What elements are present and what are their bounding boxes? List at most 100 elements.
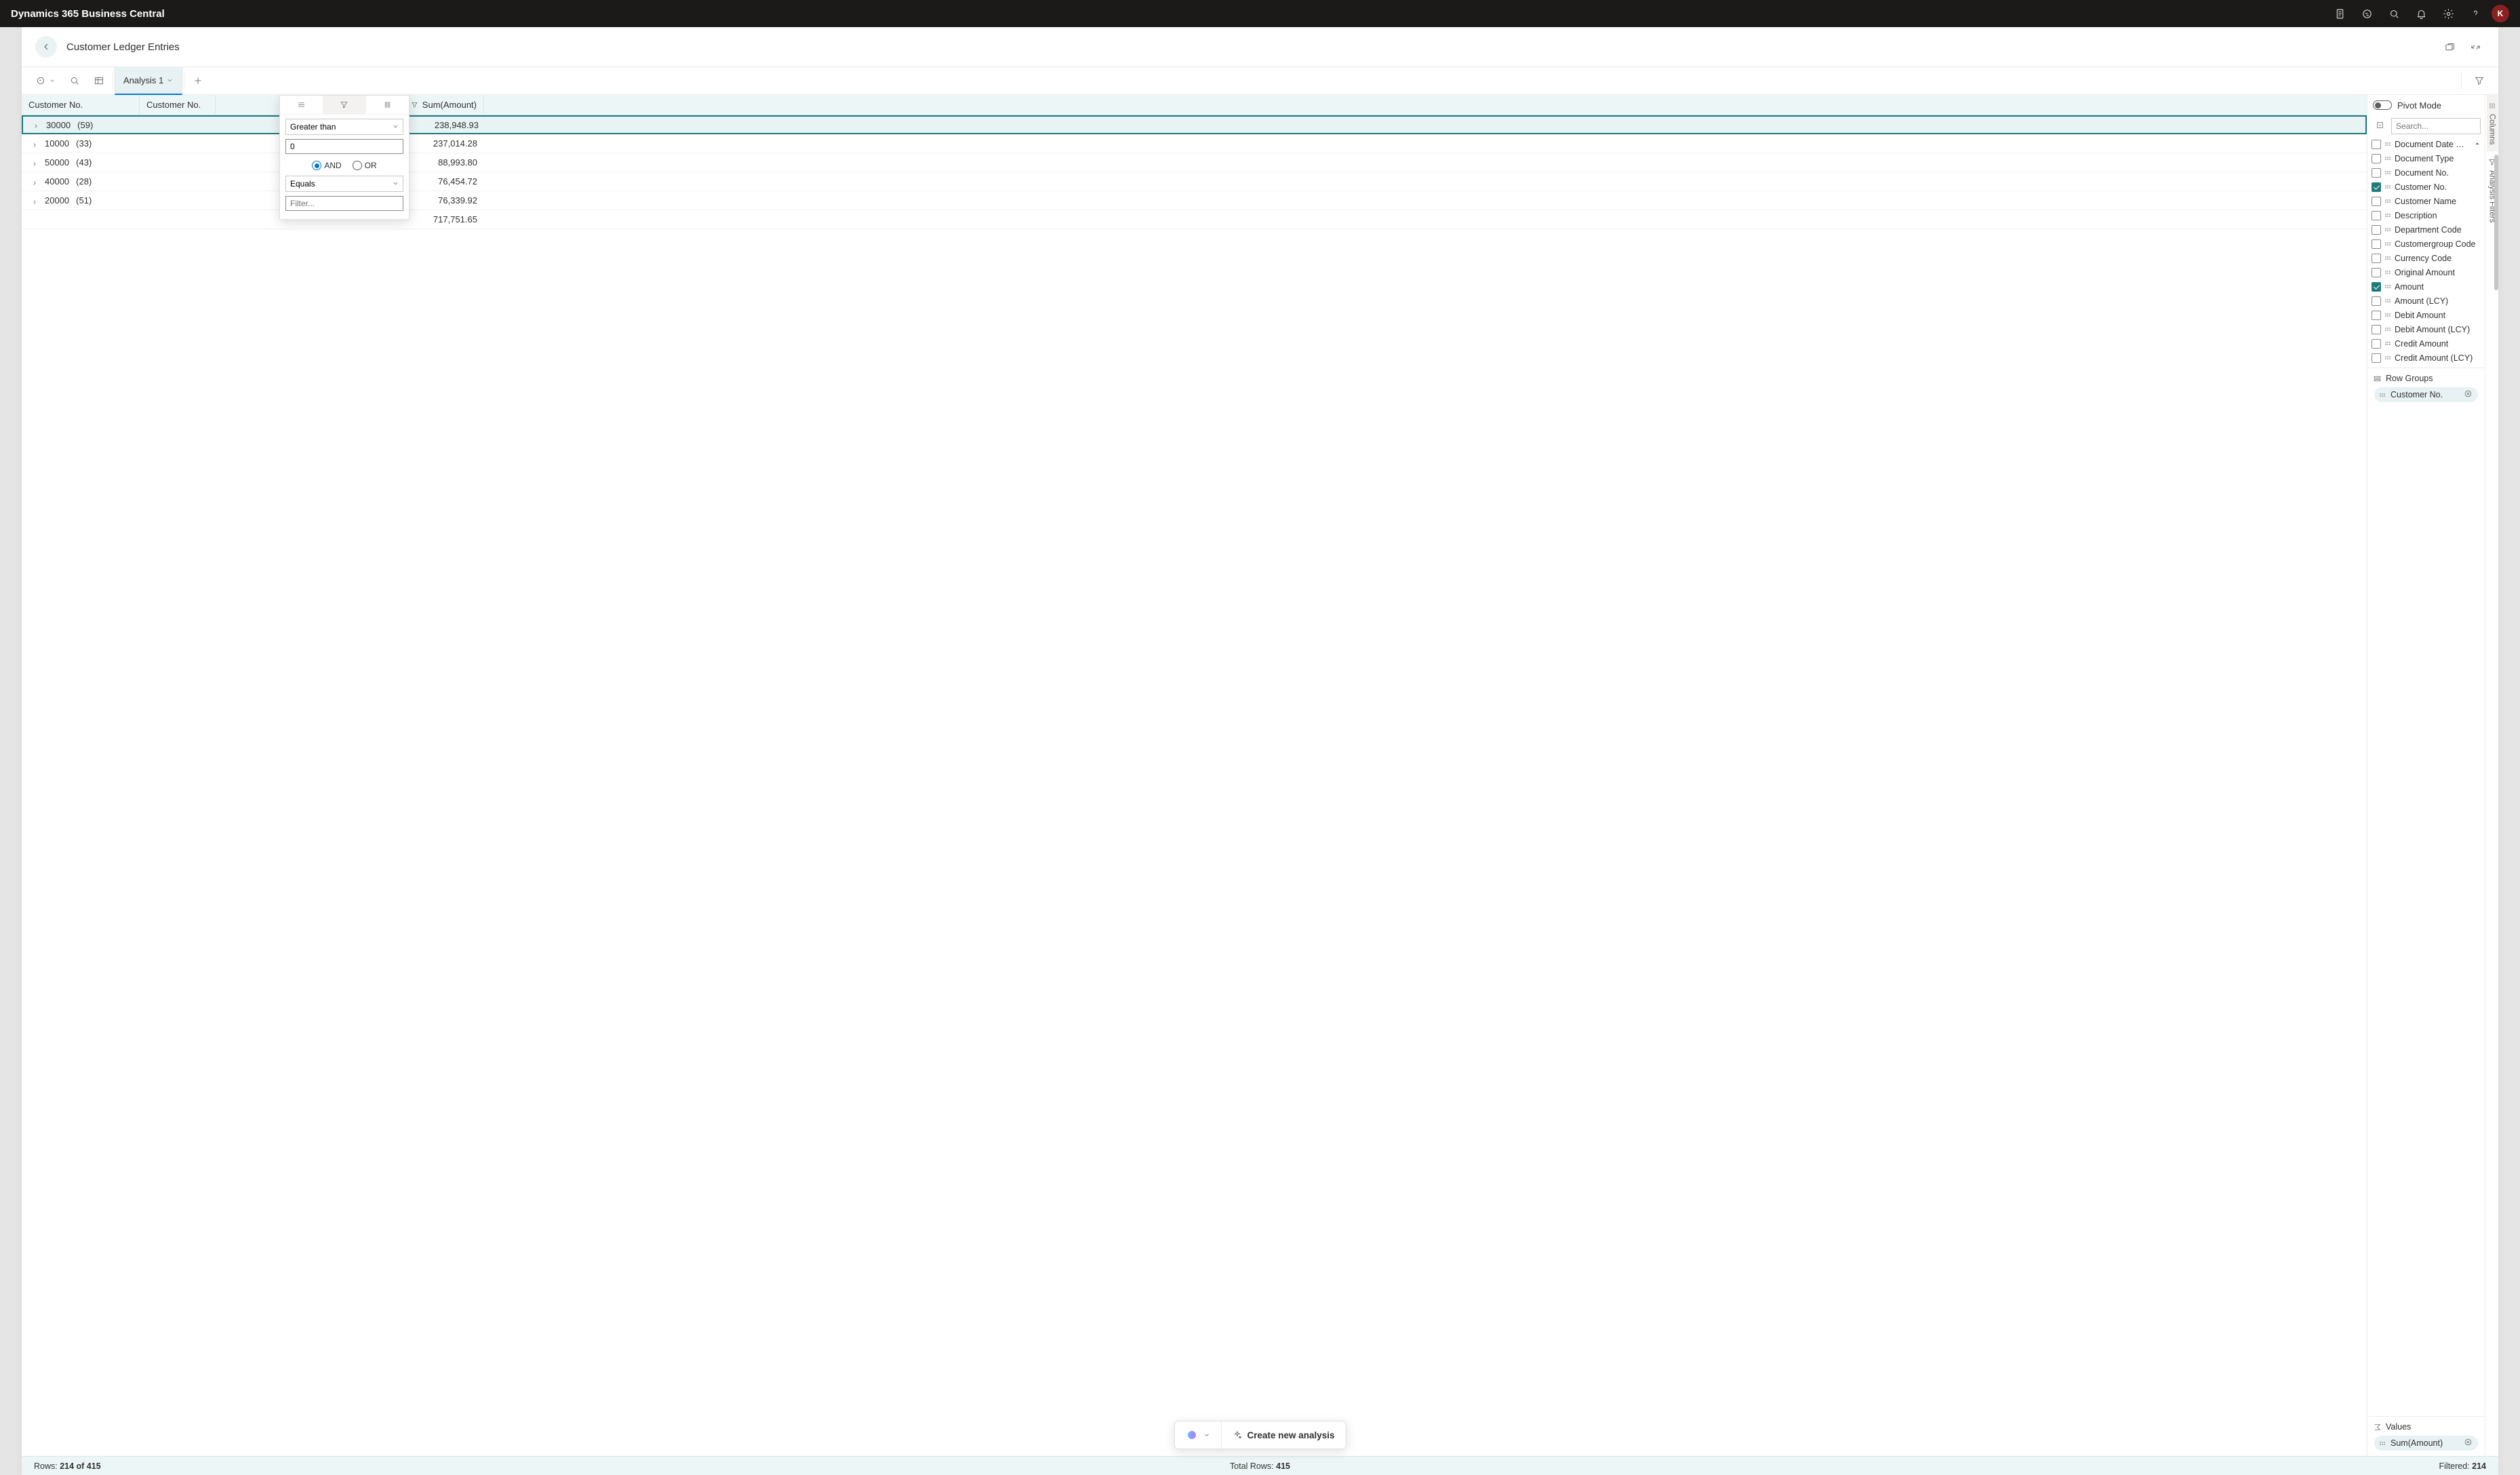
copilot-floating[interactable] [1174, 1421, 1220, 1449]
drag-handle-icon[interactable] [2385, 228, 2391, 231]
field-row[interactable]: Currency Code [2367, 251, 2485, 265]
back-button[interactable] [35, 36, 57, 58]
field-search-input[interactable] [2391, 118, 2481, 134]
expand-icon[interactable] [31, 178, 38, 185]
field-label: Description [2395, 211, 2437, 220]
checkbox[interactable] [2372, 154, 2381, 163]
checkbox[interactable] [2372, 197, 2381, 206]
filter-tab-filter[interactable] [323, 96, 365, 114]
scrollbar-thumb[interactable] [2494, 155, 2498, 290]
drag-handle-icon[interactable] [2385, 242, 2391, 245]
analysis-tab[interactable]: Analysis 1 [115, 66, 182, 95]
remove-chip-icon[interactable] [2464, 1438, 2473, 1449]
drag-handle-icon[interactable] [2385, 299, 2391, 302]
checkbox[interactable] [2372, 239, 2381, 249]
user-avatar[interactable]: K [2492, 5, 2509, 22]
checkbox[interactable] [2372, 282, 2381, 292]
checkbox[interactable] [2372, 168, 2381, 178]
radio-and[interactable]: AND [312, 161, 341, 170]
expand-icon[interactable] [31, 159, 38, 166]
field-row[interactable]: Document No. [2367, 165, 2485, 180]
field-row[interactable]: Debit Amount (LCY) [2367, 322, 2485, 336]
checkbox[interactable] [2372, 353, 2381, 363]
field-row[interactable]: Credit Amount (LCY) [2367, 351, 2485, 365]
drag-handle-icon[interactable] [2385, 199, 2391, 203]
filter-tab-menu[interactable] [280, 96, 323, 114]
collapse-all-icon[interactable] [2372, 119, 2388, 133]
notification-icon[interactable] [2410, 3, 2432, 24]
create-analysis-button[interactable]: Create new analysis [1221, 1421, 1345, 1449]
checkbox[interactable] [2372, 254, 2381, 263]
drag-handle-icon[interactable] [2385, 328, 2391, 331]
copilot-dropdown[interactable] [28, 66, 62, 95]
add-tab-button[interactable] [186, 66, 210, 95]
field-row[interactable]: Document Type [2367, 151, 2485, 165]
col-header-group[interactable]: Customer No. [22, 95, 140, 115]
filter-operator-2[interactable] [285, 176, 403, 192]
col-header-customer-no[interactable]: Customer No. [140, 95, 216, 115]
row-group-chip[interactable]: Customer No. [2374, 387, 2478, 402]
expand-icon[interactable] [33, 121, 39, 128]
expand-icon[interactable] [31, 140, 38, 147]
status-bar: Rows: 214 of 415 Total Rows: 415 Filtere… [22, 1456, 2498, 1475]
toolbar-search-icon[interactable] [62, 66, 87, 95]
checkbox[interactable] [2372, 211, 2381, 220]
field-label: Amount (LCY) [2395, 296, 2448, 306]
document-icon[interactable] [2329, 3, 2351, 24]
field-row[interactable]: Amount (LCY) [2367, 294, 2485, 308]
search-icon[interactable] [2383, 3, 2405, 24]
expand-icon[interactable] [31, 197, 38, 204]
filter-toggle-icon[interactable] [2467, 66, 2492, 95]
analysis-mode-icon[interactable] [87, 66, 111, 95]
remove-chip-icon[interactable] [2464, 389, 2473, 400]
drag-handle-icon[interactable] [2385, 185, 2391, 189]
filter-value-1[interactable] [285, 139, 403, 154]
drag-handle-icon[interactable] [2385, 171, 2391, 174]
group-value: 30000 [46, 120, 71, 130]
drag-handle-icon[interactable] [2385, 313, 2391, 317]
field-row[interactable]: Customergroup Code [2367, 237, 2485, 251]
drag-handle-icon[interactable] [2385, 157, 2391, 160]
collapse-icon[interactable] [2466, 37, 2485, 56]
radio-or[interactable]: OR [353, 161, 377, 170]
help-icon[interactable] [2464, 3, 2486, 24]
open-new-window-icon[interactable] [2440, 37, 2459, 56]
body: Customer No. Customer No. Sum(Amount) 30… [22, 95, 2498, 1456]
filter-operator-1[interactable] [285, 119, 403, 135]
checkbox[interactable] [2372, 268, 2381, 277]
pivot-toggle[interactable] [2373, 100, 2392, 110]
checkbox[interactable] [2372, 225, 2381, 235]
checkbox[interactable] [2372, 296, 2381, 306]
checkbox[interactable] [2372, 182, 2381, 192]
field-row[interactable]: Amount [2367, 279, 2485, 294]
field-row[interactable]: Customer Name [2367, 194, 2485, 208]
field-row[interactable]: Department Code [2367, 222, 2485, 237]
field-row[interactable]: Customer No. [2367, 180, 2485, 194]
page: Customer Ledger Entries Analysis 1 [22, 27, 2498, 1475]
col-header-empty[interactable] [216, 95, 287, 115]
drag-handle-icon[interactable] [2385, 356, 2391, 359]
checkbox[interactable] [2372, 325, 2381, 334]
settings-icon[interactable] [2437, 3, 2459, 24]
checkbox[interactable] [2372, 140, 2381, 149]
checkbox[interactable] [2372, 339, 2381, 349]
field-row[interactable]: Description [2367, 208, 2485, 222]
drag-handle-icon[interactable] [2385, 256, 2391, 260]
field-label: Department Code [2395, 225, 2462, 235]
copilot-icon[interactable] [2356, 3, 2378, 24]
drag-handle-icon[interactable] [2385, 285, 2391, 288]
field-row[interactable]: Debit Amount [2367, 308, 2485, 322]
side-tab-columns[interactable]: Columns [2487, 95, 2498, 151]
drag-handle-icon[interactable] [2385, 214, 2391, 217]
field-label: Currency Code [2395, 254, 2452, 263]
filter-value-2[interactable] [285, 196, 403, 211]
checkbox[interactable] [2372, 311, 2381, 320]
field-row[interactable]: Document Date Month [2367, 137, 2485, 151]
values-chip[interactable]: Sum(Amount) [2374, 1436, 2478, 1451]
filter-tab-columns[interactable] [366, 96, 409, 114]
drag-handle-icon[interactable] [2385, 342, 2391, 345]
field-row[interactable]: Credit Amount [2367, 336, 2485, 351]
field-row[interactable]: Original Amount [2367, 265, 2485, 279]
drag-handle-icon[interactable] [2385, 271, 2391, 274]
drag-handle-icon[interactable] [2385, 142, 2391, 146]
